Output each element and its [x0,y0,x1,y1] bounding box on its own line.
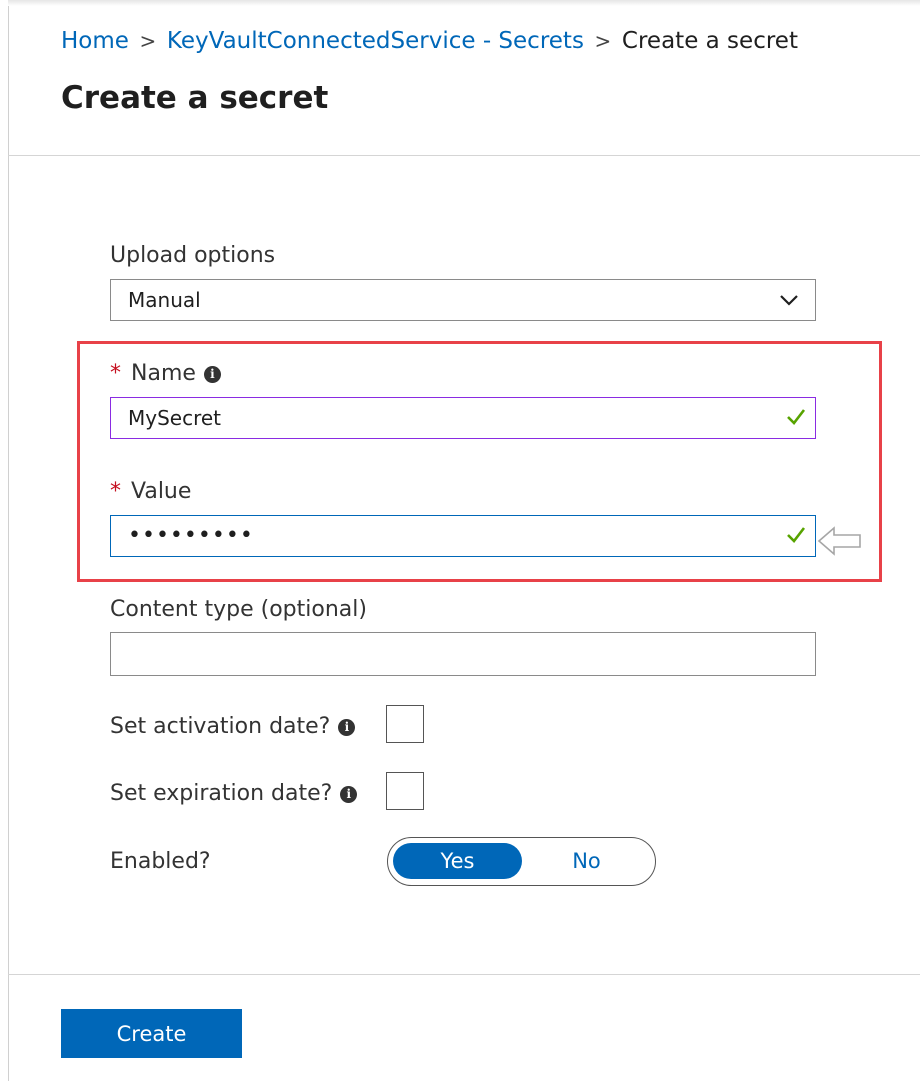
top-shadow [8,0,920,6]
create-button[interactable]: Create [61,1009,242,1058]
footer-divider [8,974,920,975]
value-input-masked: ••••••••• [128,523,254,548]
value-label: * Value [110,478,191,506]
enabled-label: Enabled? [110,849,211,874]
breadcrumb-home-link[interactable]: Home [61,28,129,54]
info-icon[interactable]: i [340,785,358,803]
expiration-date-label-text: Set expiration date? [110,781,333,806]
activation-date-checkbox[interactable] [386,705,424,743]
content-type-input[interactable] [110,632,816,676]
checkmark-icon [787,527,806,543]
activation-date-label: Set activation date? i [110,713,356,741]
breadcrumb-separator: > [594,29,612,53]
value-input[interactable]: ••••••••• [110,515,816,557]
breadcrumb-current: Create a secret [621,28,798,54]
required-marker: * [110,479,121,504]
required-marker: * [110,361,121,386]
breadcrumb-parent-link[interactable]: KeyVaultConnectedService - Secrets [167,28,584,54]
activation-date-label-text: Set activation date? [110,714,331,739]
expiration-date-checkbox[interactable] [386,772,424,810]
name-input-value: MySecret [128,406,222,430]
upload-options-value: Manual [128,288,201,312]
page-title: Create a secret [61,80,329,116]
breadcrumb: Home > KeyVaultConnectedService - Secrets >… [61,26,798,56]
enabled-no-option[interactable]: No [522,843,651,879]
info-icon[interactable]: i [203,365,221,383]
info-icon[interactable]: i [338,718,356,736]
expiration-date-label: Set expiration date? i [110,780,358,808]
upload-options-select[interactable]: Manual [110,279,816,321]
checkmark-icon [787,409,806,425]
name-label: * Name i [110,360,221,388]
upload-options-label: Upload options [110,243,276,268]
arrow-left-icon [817,526,861,556]
chevron-down-icon [780,295,798,306]
name-label-text: Name [131,361,196,386]
header-divider [8,155,920,156]
content-type-label: Content type (optional) [110,597,367,622]
value-label-text: Value [131,479,192,504]
breadcrumb-separator: > [139,29,157,53]
enabled-toggle[interactable]: Yes No [387,837,656,886]
enabled-yes-option[interactable]: Yes [393,843,522,879]
name-input[interactable]: MySecret [110,397,816,439]
